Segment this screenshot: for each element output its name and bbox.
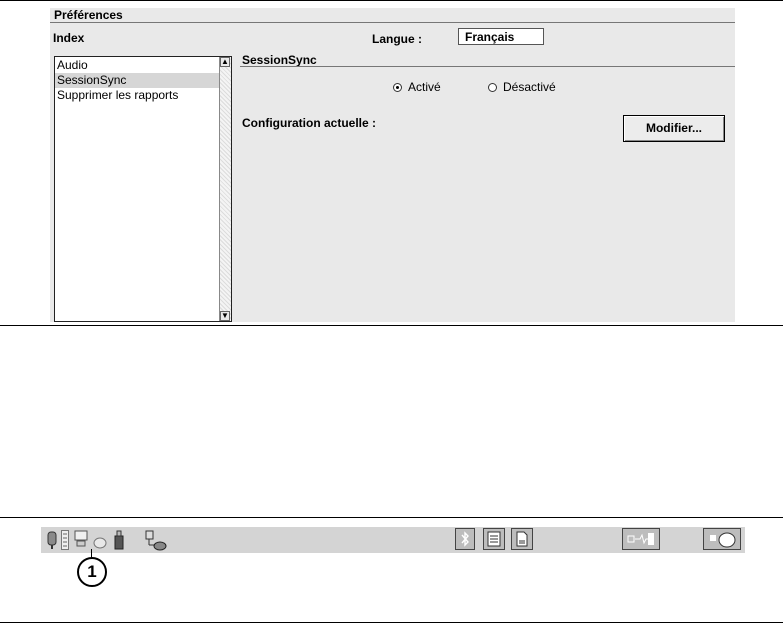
toggle-icon[interactable] [703, 528, 741, 550]
modify-button[interactable]: Modifier... [623, 115, 725, 142]
waveform-icon[interactable] [622, 528, 660, 550]
middle-separator-2 [0, 517, 783, 518]
bottom-separator [0, 622, 783, 623]
callout-marker: 1 [77, 557, 107, 587]
radio-disabled[interactable]: Désactivé [488, 80, 556, 94]
middle-separator-1 [0, 325, 783, 326]
list-item-audio[interactable]: Audio [55, 58, 221, 73]
language-field[interactable]: Français [458, 28, 544, 45]
index-list[interactable]: Audio SessionSync Supprimer les rapports… [54, 56, 232, 322]
index-label: Index [53, 31, 85, 45]
battery-icon [61, 530, 69, 550]
radio-enabled-label: Activé [408, 80, 441, 94]
radio-enabled[interactable]: Activé [393, 80, 441, 94]
preferences-window: Préférences Index Langue : Français Audi… [50, 8, 735, 322]
network-plug-icon[interactable] [144, 530, 168, 552]
current-config-label: Configuration actuelle : [242, 116, 377, 130]
window-title: Préférences [54, 8, 123, 22]
scroll-down-icon[interactable]: ▼ [220, 311, 230, 321]
list-scrollbar[interactable]: ▲ ▼ [219, 57, 231, 321]
bluetooth-icon[interactable] [455, 528, 475, 550]
list-item-sessionsync[interactable]: SessionSync [55, 73, 221, 88]
document-list-icon[interactable] [483, 528, 505, 550]
section-title: SessionSync [242, 53, 317, 67]
computer-icon[interactable] [74, 530, 88, 548]
taskbar [41, 527, 745, 553]
top-separator [0, 0, 783, 1]
list-item-delete-reports[interactable]: Supprimer les rapports [55, 88, 221, 103]
title-divider [50, 22, 735, 23]
usb-device-icon[interactable] [45, 530, 59, 550]
radio-selected-icon[interactable] [393, 82, 402, 92]
disc-icon[interactable] [93, 530, 107, 550]
scroll-up-icon[interactable]: ▲ [220, 57, 230, 67]
section-divider [240, 66, 735, 67]
memory-stick-icon[interactable] [114, 530, 124, 550]
radio-unselected-icon[interactable] [488, 82, 497, 92]
radio-disabled-label: Désactivé [503, 80, 556, 94]
file-icon[interactable] [511, 528, 533, 550]
language-label: Langue : [372, 32, 422, 46]
